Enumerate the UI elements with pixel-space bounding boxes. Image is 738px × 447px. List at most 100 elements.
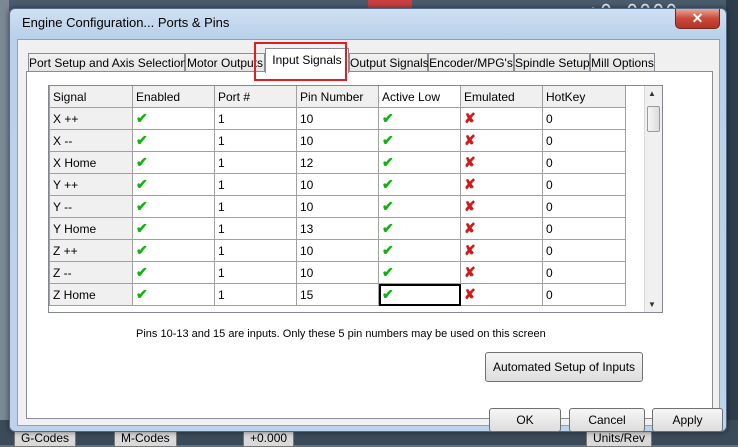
active-low-cell[interactable]: ✔ [378,261,461,284]
hotkey-cell[interactable]: 0 [542,173,626,196]
hotkey-cell[interactable]: 0 [542,107,626,130]
green-check-icon: ✔ [136,242,148,258]
signal-cell[interactable]: X -- [49,129,133,152]
port-cell[interactable]: 1 [214,217,297,240]
col-header-hotkey[interactable]: HotKey [542,86,626,108]
active-low-cell[interactable]: ✔ [378,283,461,306]
scroll-down-icon[interactable]: ▼ [648,300,656,309]
automated-setup-button[interactable]: Automated Setup of Inputs [485,352,643,382]
port-cell[interactable]: 1 [214,283,297,306]
active-low-cell[interactable]: ✔ [378,239,461,262]
hotkey-cell[interactable]: 0 [542,151,626,174]
hotkey-cell[interactable]: 0 [542,261,626,284]
emulated-cell[interactable]: ✘ [460,107,543,130]
enabled-cell[interactable]: ✔ [132,129,215,152]
table-row[interactable]: X -- ✔ 1 10 ✔ ✘ 0 [49,129,626,152]
enabled-cell[interactable]: ✔ [132,195,215,218]
enabled-cell[interactable]: ✔ [132,283,215,306]
enabled-cell[interactable]: ✔ [132,261,215,284]
col-header-active-low[interactable]: Active Low [378,86,461,108]
col-header-emulated[interactable]: Emulated [460,86,543,108]
table-row[interactable]: X Home ✔ 1 12 ✔ ✘ 0 [49,151,626,174]
signal-cell[interactable]: X ++ [49,107,133,130]
emulated-cell[interactable]: ✘ [460,217,543,240]
signal-cell[interactable]: Y -- [49,195,133,218]
pin-number-cell[interactable]: 10 [296,173,379,196]
active-low-cell[interactable]: ✔ [378,195,461,218]
active-low-cell[interactable]: ✔ [378,107,461,130]
hotkey-cell[interactable]: 0 [542,129,626,152]
col-header-enabled[interactable]: Enabled [132,86,215,108]
port-cell[interactable]: 1 [214,107,297,130]
pin-number-cell[interactable]: 10 [296,261,379,284]
port-cell[interactable]: 1 [214,129,297,152]
tab-output-signals[interactable]: Output Signals [349,53,429,72]
input-signals-grid[interactable]: Signal Enabled Port # Pin Number Active … [48,85,663,313]
table-row[interactable]: Y -- ✔ 1 10 ✔ ✘ 0 [49,195,626,218]
emulated-cell[interactable]: ✘ [460,283,543,306]
pin-number-cell[interactable]: 15 [296,283,379,306]
red-cross-icon: ✘ [464,220,476,236]
pin-number-cell[interactable]: 10 [296,195,379,218]
port-cell[interactable]: 1 [214,239,297,262]
enabled-cell[interactable]: ✔ [132,107,215,130]
scroll-up-icon[interactable]: ▲ [648,89,656,98]
table-row[interactable]: Y ++ ✔ 1 10 ✔ ✘ 0 [49,173,626,196]
table-row[interactable]: Y Home ✔ 1 13 ✔ ✘ 0 [49,217,626,240]
signal-cell[interactable]: Y ++ [49,173,133,196]
pin-number-cell[interactable]: 10 [296,107,379,130]
pin-number-cell[interactable]: 13 [296,217,379,240]
pin-number-cell[interactable]: 10 [296,239,379,262]
emulated-cell[interactable]: ✘ [460,261,543,284]
green-check-icon: ✔ [382,198,394,214]
grid-vertical-scrollbar[interactable]: ▲ ▼ [644,86,662,312]
table-row[interactable]: Z ++ ✔ 1 10 ✔ ✘ 0 [49,239,626,262]
hotkey-cell[interactable]: 0 [542,195,626,218]
emulated-cell[interactable]: ✘ [460,173,543,196]
hotkey-cell[interactable]: 0 [542,239,626,262]
enabled-cell[interactable]: ✔ [132,217,215,240]
port-cell[interactable]: 1 [214,195,297,218]
hotkey-cell[interactable]: 0 [542,217,626,240]
pins-note: Pins 10-13 and 15 are inputs. Only these… [136,328,546,340]
col-header-pin-number[interactable]: Pin Number [296,86,379,108]
pin-number-cell[interactable]: 12 [296,151,379,174]
hotkey-cell[interactable]: 0 [542,283,626,306]
emulated-cell[interactable]: ✘ [460,151,543,174]
red-cross-icon: ✘ [464,242,476,258]
port-cell[interactable]: 1 [214,261,297,284]
scroll-thumb[interactable] [647,106,660,132]
cancel-button[interactable]: Cancel [569,408,645,432]
port-cell[interactable]: 1 [214,173,297,196]
signal-cell[interactable]: Z ++ [49,239,133,262]
signal-cell[interactable]: Z Home [49,283,133,306]
signal-cell[interactable]: Z -- [49,261,133,284]
emulated-cell[interactable]: ✘ [460,195,543,218]
pin-number-cell[interactable]: 10 [296,129,379,152]
close-button[interactable]: ✕ [675,9,720,29]
table-row[interactable]: X ++ ✔ 1 10 ✔ ✘ 0 [49,107,626,130]
emulated-cell[interactable]: ✘ [460,239,543,262]
tab-motor-outputs[interactable]: Motor Outputs [185,53,265,72]
signal-cell[interactable]: Y Home [49,217,133,240]
table-row[interactable]: Z Home ✔ 1 15 ✔ ✘ 0 [49,283,626,306]
port-cell[interactable]: 1 [214,151,297,174]
table-row[interactable]: Z -- ✔ 1 10 ✔ ✘ 0 [49,261,626,284]
ok-button[interactable]: OK [489,408,561,432]
col-header-signal[interactable]: Signal [49,86,133,108]
active-low-cell[interactable]: ✔ [378,151,461,174]
enabled-cell[interactable]: ✔ [132,173,215,196]
active-low-cell[interactable]: ✔ [378,173,461,196]
active-low-cell[interactable]: ✔ [378,129,461,152]
signal-cell[interactable]: X Home [49,151,133,174]
tab-spindle-setup[interactable]: Spindle Setup [514,53,590,72]
tab-encoder-mpg[interactable]: Encoder/MPG's [428,53,514,72]
tab-mill-options[interactable]: Mill Options [590,53,655,72]
active-low-cell[interactable]: ✔ [378,217,461,240]
apply-button[interactable]: Apply [652,408,723,432]
enabled-cell[interactable]: ✔ [132,239,215,262]
emulated-cell[interactable]: ✘ [460,129,543,152]
enabled-cell[interactable]: ✔ [132,151,215,174]
col-header-port[interactable]: Port # [214,86,297,108]
tab-port-setup[interactable]: Port Setup and Axis Selection [28,53,187,72]
